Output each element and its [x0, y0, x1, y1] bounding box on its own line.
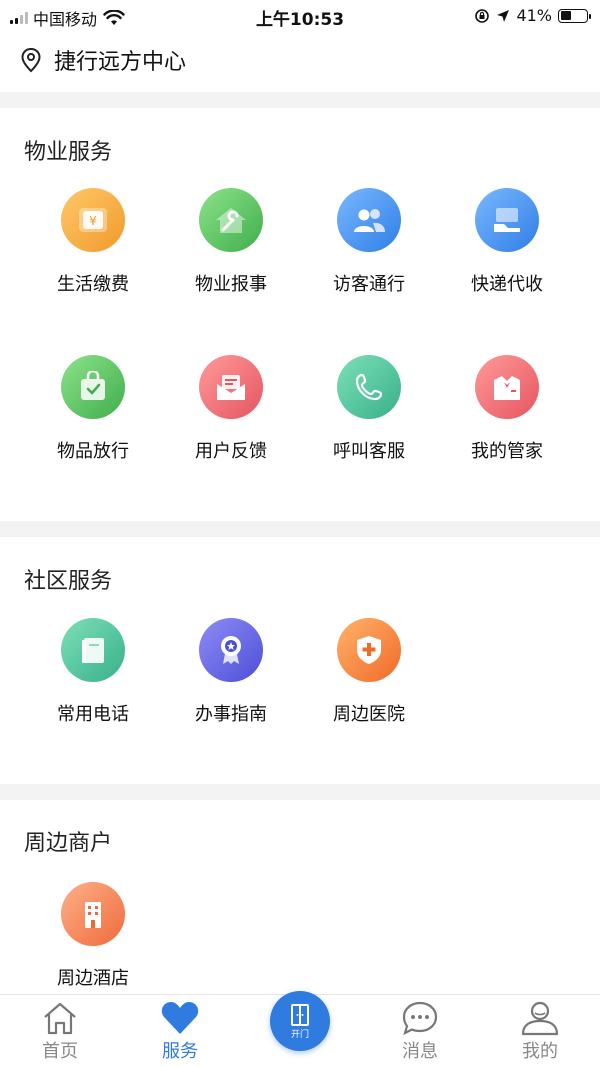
battery-icon — [558, 8, 591, 23]
service-label: 物品放行 — [57, 441, 129, 462]
section-title-property: 物业服务 — [24, 140, 113, 165]
service-label: 周边医院 — [333, 704, 405, 725]
location-selector[interactable]: 捷行远方中心 — [20, 44, 186, 76]
tab-label: 首页 — [42, 1041, 78, 1062]
parcel-icon — [475, 188, 539, 252]
open-door-button[interactable]: 开门 — [270, 991, 330, 1051]
service-label: 周边酒店 — [57, 968, 129, 989]
location-name: 捷行远方中心 — [54, 50, 187, 75]
hospital-icon — [337, 618, 401, 682]
tab-label: 消息 — [402, 1041, 438, 1062]
service-item-item-release[interactable]: 物品放行 — [24, 355, 162, 463]
user-icon — [521, 1001, 559, 1036]
service-label: 快递代收 — [471, 274, 543, 295]
section-title-merchants: 周边商户 — [24, 831, 113, 856]
battery-percent: 41% — [516, 6, 552, 25]
heart-icon — [161, 1002, 199, 1034]
service-label: 物业报事 — [195, 274, 267, 295]
hotel-icon — [61, 882, 125, 946]
service-item-payment[interactable]: ¥ 生活缴费 — [24, 188, 162, 296]
status-bar: 中国移动 上午10:53 41% — [0, 0, 600, 30]
service-label: 生活缴费 — [57, 274, 129, 295]
service-item-repair[interactable]: 物业报事 — [162, 188, 300, 296]
service-label: 常用电话 — [57, 704, 129, 725]
service-label: 办事指南 — [195, 704, 267, 725]
service-label: 用户反馈 — [195, 441, 267, 462]
service-label: 呼叫客服 — [333, 441, 405, 462]
tab-messages[interactable]: 消息 — [360, 999, 480, 1063]
service-item-guide[interactable]: 办事指南 — [162, 618, 300, 726]
phone-icon — [337, 355, 401, 419]
location-arrow-icon — [497, 9, 510, 22]
service-item-hospital[interactable]: 周边医院 — [300, 618, 438, 726]
tab-label: 服务 — [162, 1041, 198, 1062]
service-label: 访客通行 — [333, 274, 405, 295]
visitors-icon — [337, 188, 401, 252]
rotation-lock-icon — [475, 8, 490, 23]
item-release-icon — [61, 355, 125, 419]
status-right: 41% — [474, 6, 591, 25]
open-door-label: 开门 — [290, 1029, 309, 1040]
location-pin-icon — [21, 47, 41, 73]
tab-service[interactable]: 服务 — [120, 999, 240, 1063]
service-item-call-service[interactable]: 呼叫客服 — [300, 355, 438, 463]
section-divider — [0, 92, 600, 108]
home-icon — [44, 1002, 76, 1035]
phonebook-icon — [61, 618, 125, 682]
tab-bar: 首页 服务 开门 消息 我的 — [0, 991, 600, 1067]
door-icon — [291, 1003, 309, 1026]
service-label: 我的管家 — [471, 441, 543, 462]
tab-home[interactable]: 首页 — [0, 999, 120, 1063]
service-item-feedback[interactable]: 用户反馈 — [162, 355, 300, 463]
service-item-hotel[interactable]: 周边酒店 — [24, 882, 162, 990]
svg-text:¥: ¥ — [89, 214, 97, 228]
service-item-phonebook[interactable]: 常用电话 — [24, 618, 162, 726]
tab-profile[interactable]: 我的 — [480, 999, 600, 1063]
section-divider — [0, 521, 600, 537]
section-title-community: 社区服务 — [24, 569, 113, 594]
service-item-parcel[interactable]: 快递代收 — [438, 188, 576, 296]
repair-icon — [199, 188, 263, 252]
butler-icon — [475, 355, 539, 419]
service-item-visitors[interactable]: 访客通行 — [300, 188, 438, 296]
service-item-butler[interactable]: 我的管家 — [438, 355, 576, 463]
payment-icon: ¥ — [61, 188, 125, 252]
feedback-icon — [199, 355, 263, 419]
tab-label: 我的 — [522, 1041, 558, 1062]
section-divider — [0, 784, 600, 800]
message-icon — [402, 1001, 438, 1036]
guide-badge-icon — [199, 618, 263, 682]
